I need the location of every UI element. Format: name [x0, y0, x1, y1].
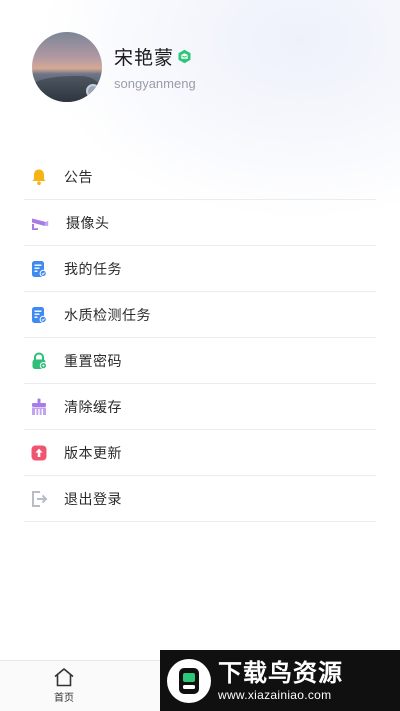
tab-home[interactable]: 首页: [44, 667, 84, 704]
menu-item-water-quality-tasks[interactable]: 水质检测任务: [24, 292, 376, 338]
user-name: 宋艳蒙: [114, 47, 175, 69]
menu-item-label: 摄像头: [66, 215, 110, 232]
home-icon: [54, 668, 74, 687]
user-id: songyanmeng: [114, 76, 196, 91]
menu-item-label: 清除缓存: [64, 399, 122, 416]
menu-item-label: 我的任务: [64, 261, 122, 278]
user-info: 宋艳蒙 songyanmeng: [114, 43, 196, 91]
profile-section: 宋艳蒙 songyanmeng: [32, 32, 196, 102]
menu-item-logout[interactable]: 退出登录: [24, 476, 376, 522]
lock-icon: [32, 351, 47, 369]
verified-badge-icon: [178, 49, 191, 64]
menu-item-camera[interactable]: 摄像头: [24, 200, 376, 246]
menu-item-label: 版本更新: [64, 445, 122, 462]
broom-icon: [32, 398, 46, 415]
menu-item-version-update[interactable]: 版本更新: [24, 430, 376, 476]
camera-icon: [32, 218, 49, 230]
menu-list: 公告 摄像头 我的任务 水质检测任务 重置密码 清除缓存 版本更新 退出登录: [24, 154, 376, 522]
menu-item-label: 公告: [64, 169, 93, 186]
watermark-banner: 下载鸟资源 www.xiazainiao.com: [160, 650, 400, 711]
task-doc-icon: [32, 260, 47, 277]
update-icon: [31, 445, 47, 460]
tab-home-label: 首页: [54, 693, 74, 704]
menu-item-clear-cache[interactable]: 清除缓存: [24, 384, 376, 430]
watermark-logo-icon: [167, 658, 211, 703]
menu-item-label: 退出登录: [64, 491, 122, 508]
watermark-title: 下载鸟资源: [218, 658, 343, 687]
menu-item-my-tasks[interactable]: 我的任务: [24, 246, 376, 292]
watermark-url: www.xiazainiao.com: [218, 687, 332, 702]
avatar-badge-icon: [86, 84, 100, 98]
avatar[interactable]: [32, 32, 102, 102]
menu-item-announcement[interactable]: 公告: [24, 154, 376, 200]
menu-item-reset-password[interactable]: 重置密码: [24, 338, 376, 384]
menu-item-label: 水质检测任务: [64, 307, 151, 324]
water-task-icon: [32, 306, 47, 323]
menu-item-label: 重置密码: [64, 353, 122, 370]
logout-icon: [32, 490, 48, 507]
bell-icon: [32, 169, 46, 185]
